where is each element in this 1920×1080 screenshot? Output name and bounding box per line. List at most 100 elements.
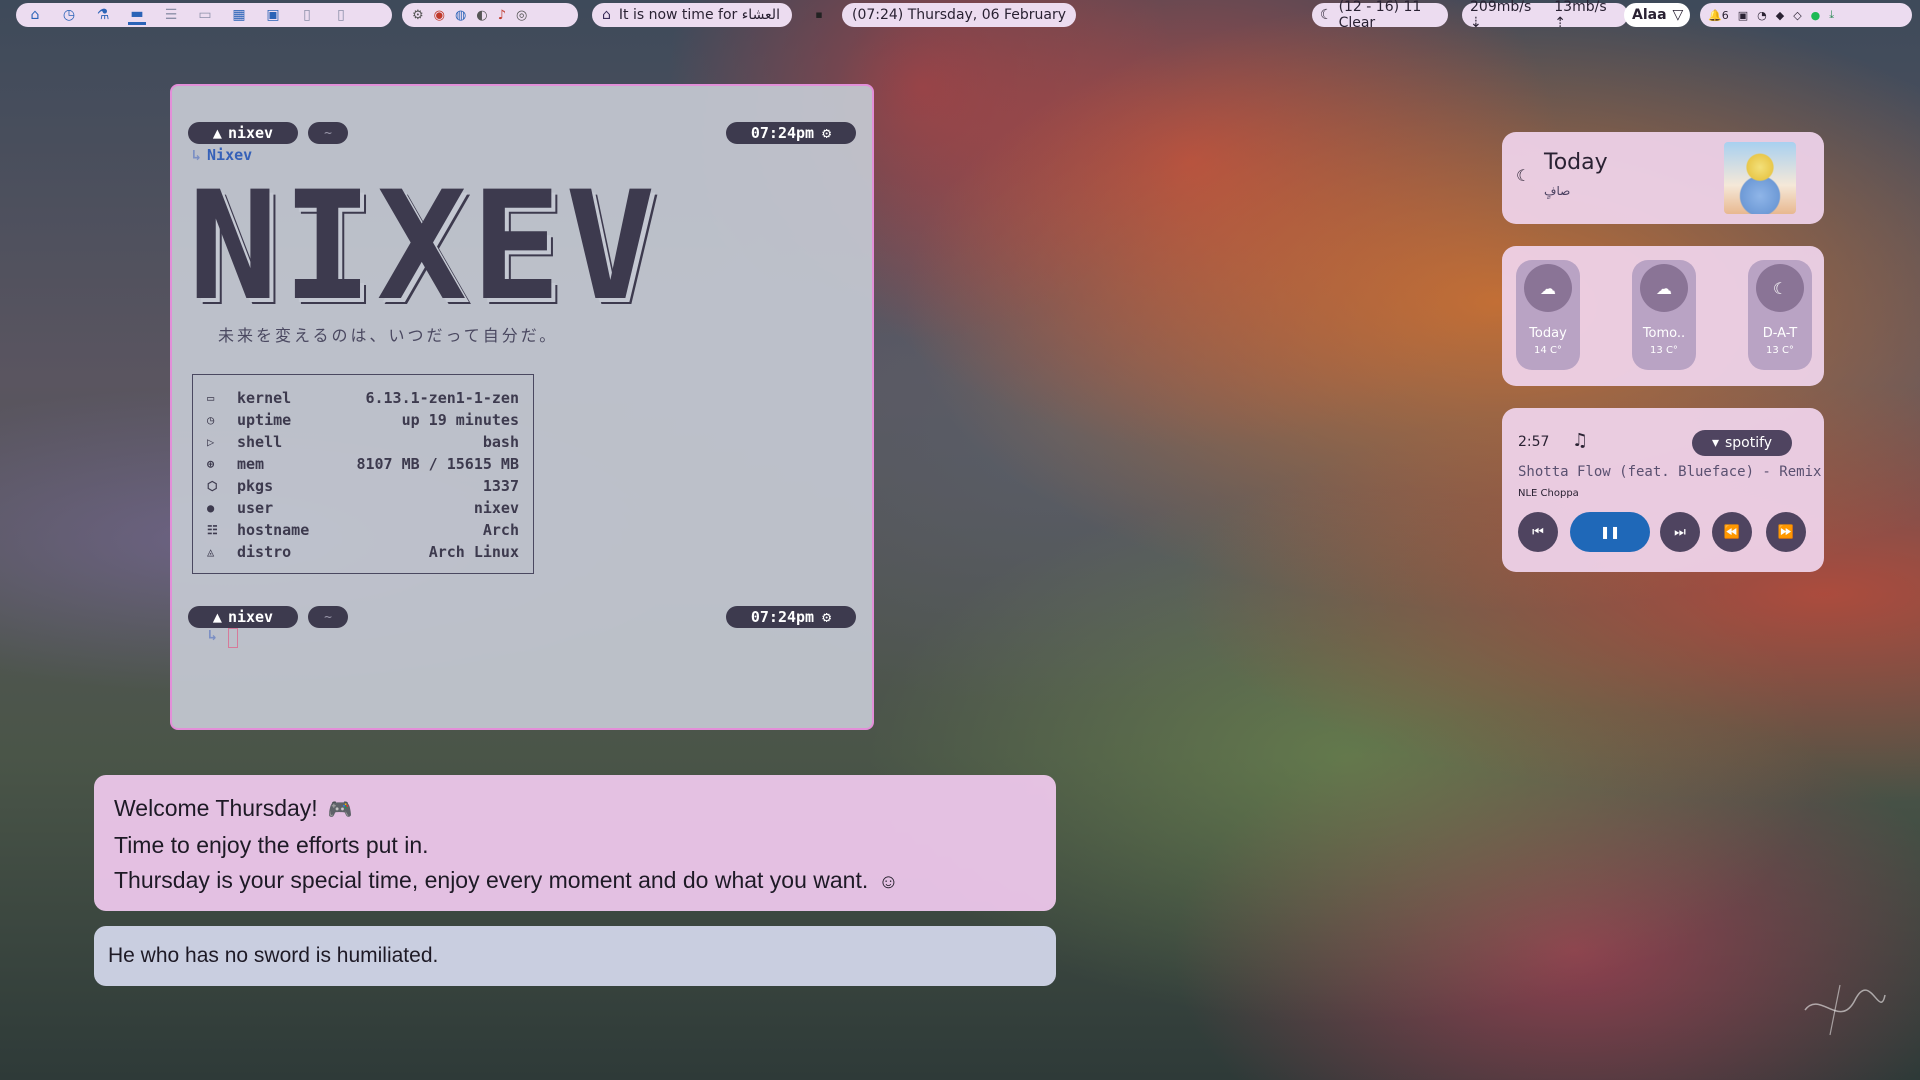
prompt-line: ▲ nixev ~ 07:24pm ⚙ bbox=[188, 122, 856, 144]
sysinfo-row: ⊕ mem 8107 MB / 15615 MB bbox=[207, 455, 519, 473]
music-note-icon: ♫ bbox=[1572, 430, 1589, 451]
net-down: 209mb/s ⇣ bbox=[1470, 0, 1532, 31]
calendar-icon[interactable]: ▦ bbox=[230, 6, 248, 24]
arch-icon: ▲ bbox=[212, 608, 222, 626]
laptop-icon: ▭ bbox=[207, 391, 215, 405]
notification-icon[interactable]: 🔔6 bbox=[1708, 9, 1729, 22]
network-speed-widget: 209mb/s ⇣ 13mb/s ⇡ bbox=[1462, 0, 1628, 31]
cloud-icon: ☁ bbox=[1640, 264, 1688, 312]
clock-widget[interactable]: (07:24) Thursday, 06 February bbox=[842, 3, 1076, 27]
discord-icon[interactable]: ◍ bbox=[455, 8, 466, 23]
skip-start-icon: ⏮ bbox=[1532, 524, 1544, 540]
hostname-icon: ☷ bbox=[207, 523, 218, 537]
clock-text: (07:24) Thursday, 06 February bbox=[851, 7, 1067, 23]
skip-start-button[interactable]: ⏮ bbox=[1518, 512, 1558, 552]
forecast-day[interactable]: ☁ Tomo.. 13 C° bbox=[1632, 260, 1696, 370]
bluetooth-icon[interactable]: ◆ bbox=[1776, 9, 1784, 22]
quote-banner: He who has no sword is humiliated. bbox=[94, 926, 1056, 986]
prompt-time: 07:24pm ⚙ bbox=[726, 606, 856, 628]
terminal-window[interactable]: ▲ nixev ~ 07:24pm ⚙ ↳ Nixev NIXEV 未来を変えるのは、… bbox=[170, 84, 874, 730]
file-icon[interactable]: ▯ bbox=[298, 6, 316, 24]
app-tray-icon[interactable]: ◇ bbox=[1793, 9, 1801, 22]
microphone-icon[interactable]: ◐ bbox=[476, 8, 487, 23]
sysinfo-row: ▷ shell bash bbox=[207, 433, 519, 451]
caret-down-icon: ▾ bbox=[1711, 435, 1719, 451]
mosque-icon: ⌂ bbox=[602, 7, 611, 23]
media-control-icon[interactable]: ▪ bbox=[812, 7, 826, 21]
forecast-day[interactable]: ☾ D-A-T 13 C° bbox=[1748, 260, 1812, 370]
system-tray: 🔔6 ▣ ◔ ◆ ◇ ● ⤓ bbox=[1700, 3, 1912, 27]
fast-forward-button[interactable]: ⏩ bbox=[1766, 512, 1806, 552]
rewind-button[interactable]: ⏪ bbox=[1712, 512, 1752, 552]
track-title: Shotta Flow (feat. Blueface) - Remix bbox=[1518, 464, 1822, 480]
flask-icon[interactable]: ⚗ bbox=[94, 6, 112, 24]
download-icon[interactable]: ⤓ bbox=[1829, 8, 1834, 22]
skip-end-button[interactable]: ⏭ bbox=[1660, 512, 1700, 552]
anime-avatar-image bbox=[1724, 142, 1796, 214]
sysinfo-row: ● user nixev bbox=[207, 499, 519, 517]
prompt-time: 07:24pm ⚙ bbox=[726, 122, 856, 144]
arch-icon: ▲ bbox=[212, 124, 222, 142]
screenshot-icon[interactable]: ▣ bbox=[1738, 9, 1748, 22]
target-icon[interactable]: ◎ bbox=[516, 8, 527, 23]
today-title: Today bbox=[1544, 150, 1608, 175]
prayer-time-widget[interactable]: ⌂ It is now time for العشاء bbox=[592, 3, 792, 27]
welcome-notification: Welcome Thursday! 🎮 Time to enjoy the eff… bbox=[94, 775, 1056, 911]
prayer-text: It is now time for العشاء bbox=[618, 7, 780, 23]
game-icon[interactable]: ▣ bbox=[264, 6, 282, 24]
sysinfo-row: ◬ distro Arch Linux bbox=[207, 543, 519, 561]
clock-icon[interactable]: ◷ bbox=[60, 6, 78, 24]
moon-icon: ☾ bbox=[1320, 7, 1333, 23]
weather-text: (12 - 16) 11 Clear bbox=[1338, 0, 1422, 31]
recorder-icon[interactable]: ◉ bbox=[434, 8, 445, 23]
ascii-logo: NIXEV bbox=[188, 160, 660, 334]
weather-widget[interactable]: ☾ (12 - 16) 11 Clear bbox=[1312, 0, 1448, 31]
tagline: 未来を変えるのは、いつだって自分だ。 bbox=[218, 326, 559, 345]
arrow-up-icon: ⇡ bbox=[1554, 15, 1566, 31]
user-menu[interactable]: Alaa ▽ bbox=[1624, 3, 1690, 27]
gear-icon: ⚙ bbox=[822, 608, 832, 626]
pause-icon: ❚❚ bbox=[1599, 525, 1621, 539]
moon-icon: ☾ bbox=[1516, 166, 1531, 185]
spotify-tray-icon[interactable]: ● bbox=[1811, 9, 1821, 22]
terminal-cursor[interactable] bbox=[228, 628, 238, 648]
player-source-select[interactable]: ▾ spotify bbox=[1692, 430, 1792, 456]
quote-text: He who has no sword is humiliated. bbox=[108, 944, 439, 967]
top-bar: ⌂ ◷ ⚗ ▬ ☰ ▭ ▦ ▣ ▯ ▯ ⚙ ◉ ◍ ◐ ♪ ◎ ⌂ It is … bbox=[0, 0, 1920, 31]
sysinfo-row: ☷ hostname Arch bbox=[207, 521, 519, 539]
home-icon[interactable]: ⌂ bbox=[26, 6, 44, 24]
audio-icon[interactable]: ♪ bbox=[498, 8, 506, 23]
prompt-dir: ~ bbox=[308, 122, 348, 144]
settings-icon[interactable]: ⚙ bbox=[412, 8, 424, 23]
linux-icon: ◬ bbox=[207, 545, 215, 559]
pause-button[interactable]: ❚❚ bbox=[1570, 512, 1650, 552]
sysinfo-row: ▭ kernel 6.13.1-zen1-1-zen bbox=[207, 389, 519, 407]
forecast-day[interactable]: ☁ Today 14 C° bbox=[1516, 260, 1580, 370]
return-arrow-icon: ↳ bbox=[208, 626, 218, 644]
today-condition: صافٍ bbox=[1544, 184, 1571, 198]
chat-icon[interactable]: ▭ bbox=[196, 6, 214, 24]
prompt-user: ▲ nixev bbox=[188, 606, 298, 628]
welcome-line-3: Thursday is your special time, enjoy eve… bbox=[114, 867, 899, 893]
sysinfo-row: ◷ uptime up 19 minutes bbox=[207, 411, 519, 429]
user-icon: ● bbox=[207, 501, 215, 515]
list-icon[interactable]: ☰ bbox=[162, 6, 180, 24]
music-player-card: 2:57 ♫ ▾ spotify Shotta Flow (feat. Blue… bbox=[1502, 408, 1824, 572]
chevron-down-icon: ▽ bbox=[1672, 7, 1684, 23]
net-up: 13mb/s ⇡ bbox=[1554, 0, 1607, 31]
package-icon: ⬡ bbox=[207, 479, 218, 493]
sysinfo-row: ⬡ pkgs 1337 bbox=[207, 477, 519, 495]
gear-icon: ⚙ bbox=[822, 124, 832, 142]
clock-icon: ◷ bbox=[207, 413, 215, 427]
forecast-card: ☁ Today 14 C° ☁ Tomo.. 13 C° ☾ D-A-T 13 … bbox=[1502, 246, 1824, 386]
folder-icon[interactable]: ▬ bbox=[128, 5, 146, 25]
phone-icon[interactable]: ▯ bbox=[332, 6, 350, 24]
wifi-icon[interactable]: ◔ bbox=[1757, 9, 1767, 22]
gamepad-icon: 🎮 bbox=[327, 799, 353, 821]
prompt-dir: ~ bbox=[308, 606, 348, 628]
user-name: Alaa bbox=[1632, 7, 1667, 23]
rewind-icon: ⏪ bbox=[1723, 524, 1741, 540]
moon-icon: ☾ bbox=[1756, 264, 1804, 312]
sysinfo-box: ▭ kernel 6.13.1-zen1-1-zen ◷ uptime up 1… bbox=[192, 374, 534, 574]
today-weather-card: ☾ Today صافٍ bbox=[1502, 132, 1824, 224]
